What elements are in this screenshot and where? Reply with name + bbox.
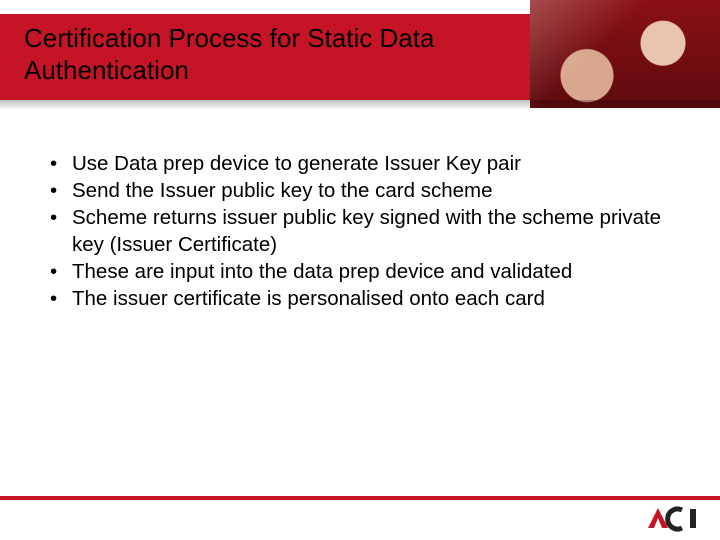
- list-item: • These are input into the data prep dev…: [44, 258, 664, 285]
- footer-divider: [0, 496, 720, 500]
- list-item: • The issuer certificate is personalised…: [44, 285, 664, 312]
- slide: Certification Process for Static Data Au…: [0, 0, 720, 540]
- list-item: • Scheme returns issuer public key signe…: [44, 204, 664, 258]
- bullet-icon: •: [50, 204, 57, 231]
- slide-title: Certification Process for Static Data Au…: [24, 22, 524, 86]
- list-item: • Use Data prep device to generate Issue…: [44, 150, 664, 177]
- header-photo: [530, 0, 720, 108]
- list-item: • Send the Issuer public key to the card…: [44, 177, 664, 204]
- aci-logo-icon: [646, 506, 700, 532]
- list-item-text: The issuer certificate is personalised o…: [72, 287, 545, 310]
- bullet-icon: •: [50, 177, 57, 204]
- bullet-icon: •: [50, 285, 57, 312]
- list-item-text: Use Data prep device to generate Issuer …: [72, 152, 521, 175]
- content-area: • Use Data prep device to generate Issue…: [44, 150, 664, 312]
- bullet-list: • Use Data prep device to generate Issue…: [44, 150, 664, 312]
- bullet-icon: •: [50, 150, 57, 177]
- list-item-text: Scheme returns issuer public key signed …: [72, 206, 661, 256]
- bullet-icon: •: [50, 258, 57, 285]
- header-shadow: [0, 100, 720, 110]
- list-item-text: Send the Issuer public key to the card s…: [72, 179, 492, 202]
- list-item-text: These are input into the data prep devic…: [72, 260, 572, 283]
